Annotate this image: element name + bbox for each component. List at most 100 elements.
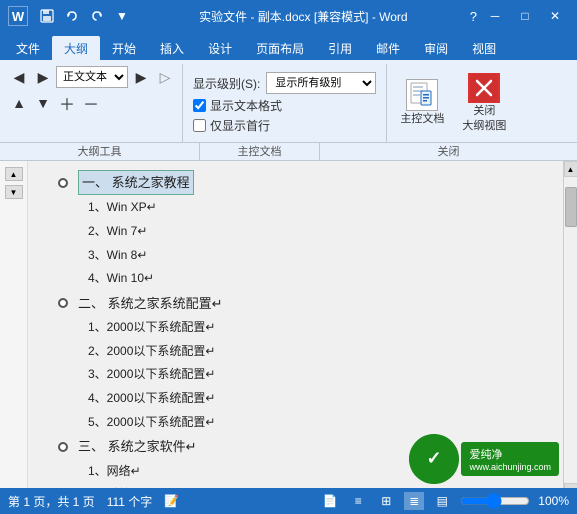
outline-item[interactable]: 5、2000以下系统配置↵ bbox=[58, 411, 543, 435]
outline-right-btn[interactable]: ▶ bbox=[32, 66, 54, 88]
status-bar: 第 1 页，共 1 页 111 个字 📝 📄 ≡ ⊞ ≣ ▤ 100% bbox=[0, 488, 577, 514]
watermark-logo: ✓ bbox=[409, 434, 459, 484]
title-bar: W ▼ 实验文件 - 副本.docx [兼容模式] - Word ? ─ □ ✕ bbox=[0, 0, 577, 32]
main-doc-button[interactable]: 主控文档 bbox=[395, 68, 449, 138]
main-doc-label: 主控文档 bbox=[400, 113, 444, 126]
tab-审阅[interactable]: 审阅 bbox=[412, 36, 460, 60]
tab-页面布局[interactable]: 页面布局 bbox=[244, 36, 316, 60]
status-right: 📄 ≡ ⊞ ≣ ▤ 100% bbox=[320, 492, 569, 510]
outline-collapse-btn[interactable]: － bbox=[80, 92, 102, 114]
outline-item[interactable]: 二、 系统之家系统配置↵ bbox=[58, 291, 543, 316]
tab-插入[interactable]: 插入 bbox=[148, 36, 196, 60]
outline-text: 1、2000以下系统配置↵ bbox=[88, 317, 215, 339]
word-app-icon: W bbox=[8, 6, 28, 26]
window-title: 实验文件 - 副本.docx [兼容模式] - Word bbox=[137, 8, 470, 25]
view-read-btn[interactable]: ≡ bbox=[348, 492, 368, 510]
outline-item[interactable]: 4、Win 10↵ bbox=[58, 267, 543, 291]
show-level-dropdown[interactable]: 显示所有级别 1级 2级 bbox=[266, 72, 376, 94]
outline-text: 3、Win 8↵ bbox=[88, 245, 147, 267]
outline-text: 4、Win 10↵ bbox=[88, 268, 154, 290]
outline-item[interactable]: 4、2000以下系统配置↵ bbox=[58, 387, 543, 411]
close-outline-button[interactable]: 关闭 大纲视图 bbox=[457, 68, 511, 138]
section-label-master: 主控文档 bbox=[200, 143, 320, 160]
outline-bullet bbox=[58, 178, 68, 188]
outline-arrow-row: ◀ ▶ 正文文本 1级 2级 ▶ ▷ bbox=[8, 66, 176, 88]
tab-文件[interactable]: 文件 bbox=[4, 36, 52, 60]
main-doc-icon bbox=[406, 79, 438, 111]
vertical-scrollbar[interactable]: ▲ ▼ bbox=[563, 161, 577, 499]
outline-text: 三、 系统之家软件↵ bbox=[78, 435, 197, 458]
outline-up-btn[interactable]: ▲ bbox=[8, 92, 30, 114]
tab-开始[interactable]: 开始 bbox=[100, 36, 148, 60]
left-margin-down-btn[interactable]: ▼ bbox=[5, 185, 23, 199]
spell-check-icon[interactable]: 📝 bbox=[164, 494, 179, 508]
char-count: 111 个字 bbox=[107, 493, 153, 510]
outline-text: 3、2000以下系统配置↵ bbox=[88, 364, 215, 386]
outline-right-promote-btn[interactable]: ▶ bbox=[130, 66, 152, 88]
tab-视图[interactable]: 视图 bbox=[460, 36, 508, 60]
close-outline-label2: 大纲视图 bbox=[462, 120, 506, 133]
section-label-close: 关闭 bbox=[320, 143, 577, 160]
quick-access-dropdown[interactable]: ▼ bbox=[111, 6, 133, 26]
scroll-thumb[interactable] bbox=[565, 187, 577, 227]
quick-access-toolbar: ▼ bbox=[32, 6, 137, 26]
outline-text: 1、Win XP↵ bbox=[88, 197, 157, 219]
left-margin-up-btn[interactable]: ▲ bbox=[5, 167, 23, 181]
outline-text: 2、2000以下系统配置↵ bbox=[88, 341, 215, 363]
outline-text: 4、2000以下系统配置↵ bbox=[88, 388, 215, 410]
outline-item[interactable]: 3、2000以下系统配置↵ bbox=[58, 363, 543, 387]
watermark: ✓ 爱纯净 www.aichunjing.com bbox=[409, 434, 559, 484]
tab-设计[interactable]: 设计 bbox=[196, 36, 244, 60]
show-level-label: 显示级别(S): bbox=[193, 75, 260, 92]
view-web-btn[interactable]: ⊞ bbox=[376, 492, 396, 510]
zoom-level: 100% bbox=[538, 494, 569, 508]
outline-right-demote-btn[interactable]: ▷ bbox=[154, 66, 176, 88]
left-margin: ▲ ▼ bbox=[0, 161, 28, 499]
scroll-up-button[interactable]: ▲ bbox=[564, 161, 577, 177]
redo-button[interactable] bbox=[86, 6, 108, 26]
maximize-button[interactable]: □ bbox=[511, 6, 539, 26]
only-first-line-checkbox[interactable] bbox=[193, 119, 206, 132]
view-print-btn[interactable]: 📄 bbox=[320, 492, 340, 510]
only-first-line-label: 仅显示首行 bbox=[210, 117, 270, 134]
outline-nav-section: ◀ ▶ 正文文本 1级 2级 ▶ ▷ ▲ ▼ ＋ － bbox=[2, 64, 183, 142]
outline-expand-btn[interactable]: ＋ bbox=[56, 92, 78, 114]
svg-text:✓: ✓ bbox=[427, 448, 442, 468]
outline-item[interactable]: 1、Win XP↵ bbox=[58, 196, 543, 220]
outline-level-select[interactable]: 正文文本 1级 2级 bbox=[56, 66, 128, 88]
scroll-track[interactable] bbox=[564, 177, 577, 483]
show-level-row: 显示级别(S): 显示所有级别 1级 2级 bbox=[193, 72, 376, 94]
section-label-outline: 大纲工具 bbox=[0, 143, 200, 160]
outline-item[interactable]: 3、Win 8↵ bbox=[58, 244, 543, 268]
undo-button[interactable] bbox=[61, 6, 83, 26]
minimize-button[interactable]: ─ bbox=[481, 6, 509, 26]
window-controls: ─ □ ✕ bbox=[481, 6, 569, 26]
show-format-checkbox[interactable] bbox=[193, 99, 206, 112]
outline-item[interactable]: 2、Win 7↵ bbox=[58, 220, 543, 244]
outline-item[interactable]: 一、 系统之家教程 bbox=[58, 169, 543, 196]
outline-bullet bbox=[58, 298, 68, 308]
ribbon-toolbar: ◀ ▶ 正文文本 1级 2级 ▶ ▷ ▲ ▼ ＋ － 显示级别(S): bbox=[0, 60, 577, 161]
close-button[interactable]: ✕ bbox=[541, 6, 569, 26]
outline-left-btn[interactable]: ◀ bbox=[8, 66, 30, 88]
ribbon-tabs-container: 文件大纲开始插入设计页面布局引用邮件审阅视图 bbox=[0, 36, 508, 60]
outline-down-btn[interactable]: ▼ bbox=[32, 92, 54, 114]
tab-引用[interactable]: 引用 bbox=[316, 36, 364, 60]
show-level-section: 显示级别(S): 显示所有级别 1级 2级 显示文本格式 仅显示首行 bbox=[183, 64, 387, 142]
page-info: 第 1 页，共 1 页 bbox=[8, 493, 95, 510]
zoom-slider[interactable] bbox=[460, 495, 530, 507]
only-first-line-row: 仅显示首行 bbox=[193, 117, 376, 134]
tab-大纲[interactable]: 大纲 bbox=[52, 36, 100, 60]
outline-item[interactable]: 2、2000以下系统配置↵ bbox=[58, 340, 543, 364]
view-outline-btn[interactable]: ≣ bbox=[404, 492, 424, 510]
tab-邮件[interactable]: 邮件 bbox=[364, 36, 412, 60]
help-icon[interactable]: ? bbox=[470, 9, 477, 24]
outline-text: 1、网络↵ bbox=[88, 461, 141, 483]
outline-text: 2、Win 7↵ bbox=[88, 221, 147, 243]
watermark-text: 爱纯净 www.aichunjing.com bbox=[461, 442, 559, 476]
close-outline-label1: 关闭 bbox=[473, 105, 495, 118]
save-button[interactable] bbox=[36, 6, 58, 26]
view-draft-btn[interactable]: ▤ bbox=[432, 492, 452, 510]
outline-text: 一、 系统之家教程 bbox=[78, 170, 194, 195]
outline-item[interactable]: 1、2000以下系统配置↵ bbox=[58, 316, 543, 340]
